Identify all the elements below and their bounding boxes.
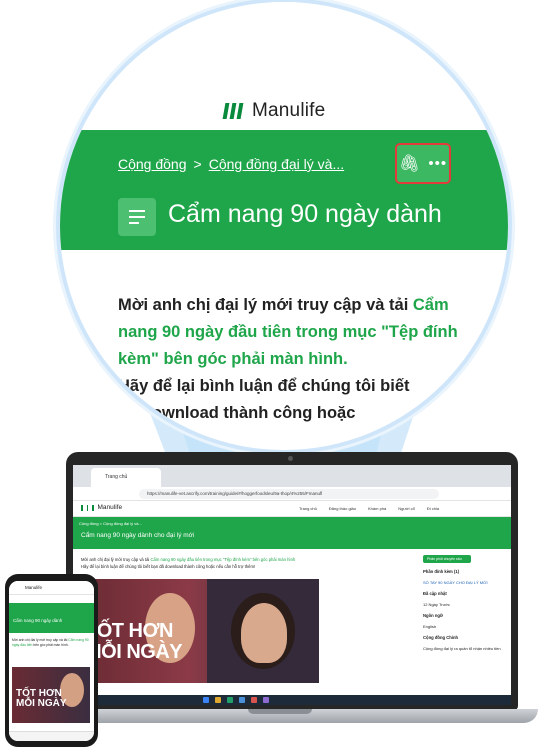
menu-home[interactable]: Trang chủ — [299, 506, 317, 511]
laptop-notch — [248, 709, 312, 714]
body-line-3: đã download thành công hoặc — [118, 404, 356, 422]
menu-share[interactable]: Đi chia — [427, 506, 439, 511]
attachments-heading: Phần đính kèm (1) — [423, 569, 460, 574]
laptop-post-text: Mời anh chị đại lý mới truy cập và tải C… — [81, 557, 401, 570]
brand-name: Manulife — [252, 100, 326, 121]
language-value: English — [423, 624, 437, 629]
header-band: Cộng đồng > Cộng đồng đại lý và... 🖇 •••… — [60, 130, 508, 250]
updated-label: Đã cập nhật — [423, 591, 447, 596]
body-text-end: bên góc phải màn hình. — [158, 350, 348, 368]
menu-people[interactable]: Người cổ — [398, 506, 415, 511]
taskbar — [73, 695, 511, 705]
laptop-page-title: Cẩm nang 90 ngày dành cho đại lý mới — [81, 532, 195, 539]
body-text: Mời anh chị đại lý mới truy cập và tải — [118, 296, 413, 314]
menu-discussion[interactable]: Đăng thảo giảo — [329, 506, 356, 511]
app-header: Manulife Trang chủ Đăng thảo giảo Khám p… — [73, 501, 511, 517]
hero-text: TỐT HƠN MỖI NGÀY — [85, 620, 183, 663]
top-menu: Trang chủ Đăng thảo giảo Khám phá Người … — [299, 506, 439, 511]
phone-post-text: Mời anh chị đại lý mới truy cập và tải C… — [12, 638, 92, 648]
laptop-title-band: Cộng đồng > Cộng đồng đại lý và... Cẩm n… — [73, 517, 511, 549]
laptop-text-highlight: Cẩm nang 90 ngày đầu tiên trong mục "Tệp… — [150, 557, 296, 562]
more-dots-icon[interactable]: ••• — [428, 155, 447, 172]
app-name: Manulife — [97, 504, 123, 511]
phone-app-name: Manulife — [25, 585, 43, 590]
app-icon[interactable] — [227, 697, 233, 703]
phone-title: Cẩm nang 90 ngày dành — [13, 618, 63, 623]
phone-bottom-nav[interactable] — [9, 731, 94, 741]
browser-icon[interactable] — [239, 697, 245, 703]
menu-list-icon[interactable] — [118, 198, 156, 236]
laptop: Trang chủ https://manulife-vet.ascrify.c… — [66, 452, 518, 710]
page-title: Cẩm nang 90 ngày dành — [168, 200, 442, 228]
phone-title-band: Cẩm nang 90 ngày dành — [9, 603, 94, 633]
mail-icon[interactable] — [251, 697, 257, 703]
phone-hero: TỐT HƠN MỖI NGÀY — [12, 667, 90, 723]
attachments-action-box: 🖇 ••• — [395, 143, 451, 184]
webcam-icon — [288, 456, 293, 461]
phone-hero-text: TỐT HƠN MỖI NGÀY — [16, 688, 67, 709]
browser-tabbar: Trang chủ — [73, 465, 511, 487]
follow-button[interactable]: Phân phối chuyên sâu — [423, 555, 471, 563]
laptop-text: Mời anh chị đại lý mới truy cập và tải — [81, 557, 151, 562]
start-icon[interactable] — [203, 697, 209, 703]
group-text: Cộng đồng đại lý ra quân tổ nhận nhiều t… — [423, 646, 501, 651]
breadcrumb-community[interactable]: Cộng đồng — [118, 156, 187, 172]
body-line-2: Hãy để lại bình luận để chúng tôi biết — [118, 377, 410, 395]
laptop-screen: Trang chủ https://manulife-vet.ascrify.c… — [73, 465, 511, 705]
manulife-logo-icon — [222, 103, 244, 119]
menu-explore[interactable]: Khám phá — [368, 506, 386, 511]
laptop-text-line2: Hãy để lại bình luận để chúng tôi biết b… — [81, 563, 256, 569]
phone-text-end: bên góc phải màn hình. — [32, 642, 69, 647]
updated-date: 12 Ngày Trước — [423, 602, 450, 607]
breadcrumb-agent-community[interactable]: Cộng đồng đại lý và... — [209, 156, 344, 172]
browser-tab[interactable]: Trang chủ — [91, 468, 161, 487]
side-panel: Phân phối chuyên sâu Phần đính kèm (1) S… — [417, 555, 507, 685]
address-bar[interactable]: https://manulife-vet.ascrify.com/trainin… — [139, 489, 439, 499]
laptop-breadcrumb[interactable]: Cộng đồng > Cộng đồng đại lý và... — [79, 521, 142, 526]
phone-screen: Manulife Cẩm nang 90 ngày dành Mời anh c… — [9, 581, 94, 741]
breadcrumb-separator: > — [193, 156, 202, 172]
hero-banner: TỐT HƠN MỖI NGÀY — [81, 579, 319, 683]
language-label: Ngôn ngữ — [423, 613, 444, 618]
phone-text: Mời anh chị đại lý mới truy cập và tải — [12, 638, 69, 642]
explorer-icon[interactable] — [215, 697, 221, 703]
phone-header: Manulife — [9, 581, 94, 595]
store-icon[interactable] — [263, 697, 269, 703]
post-body: Mời anh chị đại lý mới truy cập và tải C… — [118, 292, 458, 427]
zoom-lens: Manulife Cộng đồng > Cộng đồng đại lý và… — [60, 2, 508, 450]
attachment-file-link[interactable]: SỐ TAY 90 NGÀY CHO ĐẠI LÝ MỚI — [423, 580, 507, 585]
manulife-logo: Manulife — [222, 100, 326, 122]
group-label: Cộng đồng Chính — [423, 635, 459, 640]
breadcrumb: Cộng đồng > Cộng đồng đại lý và... — [118, 156, 344, 172]
phone: Manulife Cẩm nang 90 ngày dành Mời anh c… — [5, 574, 98, 747]
paperclip-icon[interactable]: 🖇 — [399, 154, 421, 174]
